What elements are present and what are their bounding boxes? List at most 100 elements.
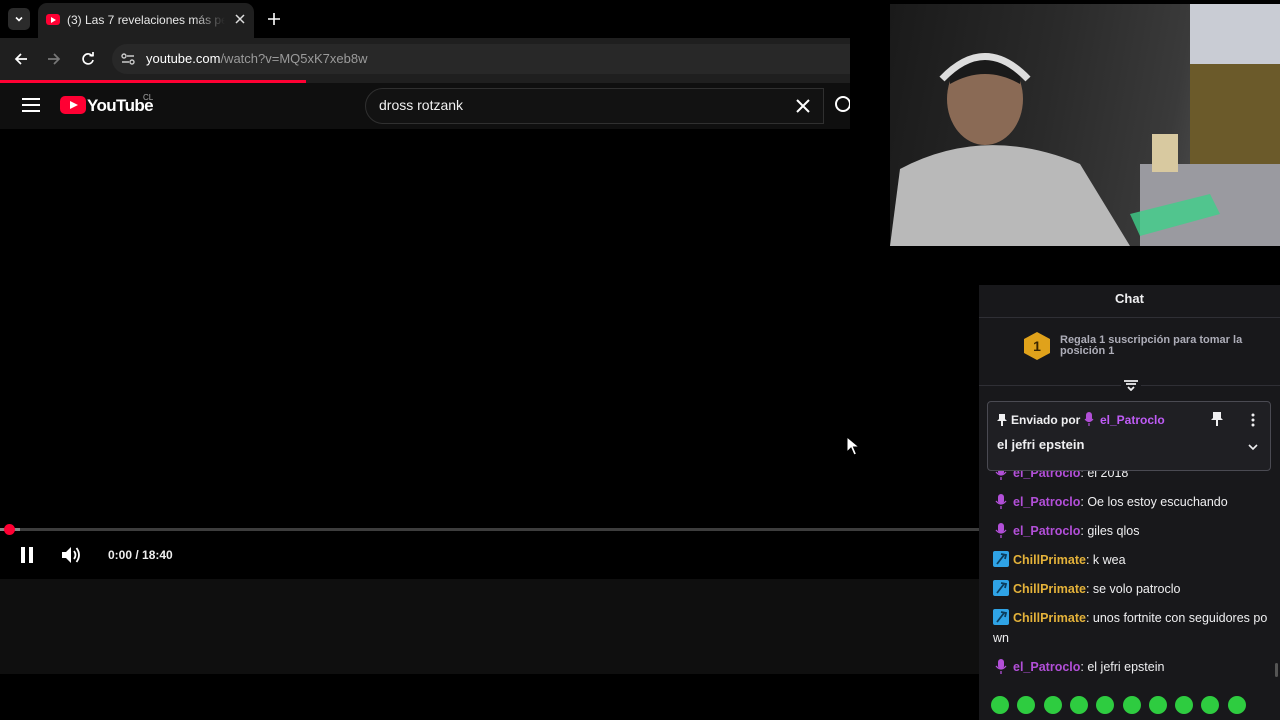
emote-icon[interactable] — [1096, 696, 1115, 714]
pause-icon[interactable] — [18, 545, 36, 565]
pick-badge-icon — [993, 551, 1009, 567]
chat-username[interactable]: ChillPrimate — [1013, 582, 1086, 596]
pinned-message-text: el jefri epstein — [997, 437, 1085, 452]
mouse-cursor-icon — [846, 436, 860, 456]
collapse-icon[interactable] — [1121, 379, 1141, 391]
mic-badge-icon — [1084, 412, 1094, 426]
chat-message: ChillPrimate: unos fortnite con seguidor… — [993, 608, 1269, 648]
arrow-right-icon — [48, 53, 61, 65]
emote-icon[interactable] — [1069, 696, 1088, 714]
pinned-by-label: Enviado por — [1011, 413, 1081, 427]
menu-icon[interactable] — [22, 97, 40, 113]
emote-icon[interactable] — [1017, 696, 1036, 714]
chat-message: el_Patroclo: Oe los estoy escuchando — [993, 492, 1269, 512]
tab-close-button[interactable] — [231, 10, 249, 28]
browser-tab[interactable]: (3) Las 7 revelaciones más perturbadoras — [38, 3, 254, 38]
chevron-down-icon — [15, 16, 23, 22]
youtube-masthead: YouTube CL dross rotzank — [0, 83, 850, 129]
more-options-icon[interactable] — [1246, 412, 1260, 428]
arrow-left-icon — [14, 53, 27, 65]
emote-icon[interactable] — [1201, 696, 1220, 714]
chat-username[interactable]: el_Patroclo — [1013, 660, 1080, 674]
time-display: 0:00 / 18:40 — [108, 548, 173, 562]
chat-message: ChillPrimate: se volo patroclo — [993, 579, 1269, 599]
below-player-area — [0, 579, 980, 674]
reload-icon — [82, 52, 94, 65]
chat-message-text: : giles qlos — [1080, 524, 1140, 538]
site-settings-icon[interactable] — [120, 51, 136, 67]
leaderboard-rank-number: 1 — [1033, 338, 1041, 354]
chat-message-text: : se volo patroclo — [1085, 582, 1181, 596]
mic-badge-icon — [993, 471, 1009, 480]
leaderboard-rank-icon: 1 — [1024, 332, 1050, 360]
browser-tab-strip: (3) Las 7 revelaciones más perturbadoras — [0, 0, 850, 38]
chat-username[interactable]: el_Patroclo — [1013, 471, 1080, 480]
chat-message-text: : el 2018 — [1080, 471, 1129, 480]
url-text: youtube.com/watch?v=MQ5xK7xeb8w — [146, 51, 367, 66]
emote-icon[interactable] — [1043, 696, 1062, 714]
search-icon[interactable] — [832, 95, 850, 117]
streamer-webcam — [890, 4, 1280, 246]
streamer-shirt — [890, 145, 1130, 246]
search-input[interactable]: dross rotzank — [365, 88, 824, 124]
chat-message-text: : el jefri epstein — [1080, 660, 1165, 674]
chat-username[interactable]: el_Patroclo — [1013, 495, 1080, 509]
mic-badge-icon — [993, 493, 1009, 509]
pick-badge-icon — [993, 609, 1009, 625]
chat-scrollbar[interactable] — [1275, 663, 1278, 677]
chat-username[interactable]: el_Patroclo — [1013, 524, 1080, 538]
chat-message: el_Patroclo: el 2018 — [993, 471, 1269, 483]
plus-icon — [268, 13, 280, 25]
close-icon — [235, 14, 245, 24]
forward-button[interactable] — [45, 50, 63, 68]
shelf-figure — [1152, 134, 1178, 172]
new-tab-button[interactable] — [264, 9, 284, 29]
country-code: CL — [143, 93, 154, 102]
url-host: youtube.com — [146, 51, 221, 66]
chat-message: el_Patroclo: giles qlos — [993, 521, 1269, 541]
tab-search-button[interactable] — [8, 8, 30, 30]
clear-search-icon[interactable] — [794, 97, 812, 115]
emote-bar — [979, 692, 1280, 718]
seek-bar[interactable] — [0, 524, 980, 535]
webcam-scene — [890, 4, 1280, 246]
chevron-down-icon[interactable] — [1246, 440, 1260, 454]
emote-icon[interactable] — [1148, 696, 1167, 714]
emote-icon[interactable] — [991, 696, 1009, 714]
background-window — [1190, 4, 1280, 64]
address-bar[interactable]: youtube.com/watch?v=MQ5xK7xeb8w — [112, 44, 850, 74]
pinned-message[interactable]: Enviado por el_Patroclo el jefri epstein — [987, 401, 1271, 471]
chat-message: el_Patroclo: el jefri epstein — [993, 657, 1269, 677]
url-path: /watch?v=MQ5xK7xeb8w — [220, 51, 368, 66]
tab-title: (3) Las 7 revelaciones más perturbadoras — [67, 13, 225, 27]
video-player[interactable]: 0:00 / 18:40 — [0, 129, 980, 579]
pick-badge-icon — [993, 580, 1009, 596]
chat-title: Chat — [1115, 291, 1144, 306]
search-query: dross rotzank — [379, 97, 464, 113]
wall-poster — [1190, 64, 1280, 164]
browser-toolbar: youtube.com/watch?v=MQ5xK7xeb8w — [0, 38, 850, 80]
seek-handle[interactable] — [4, 524, 15, 535]
back-button[interactable] — [12, 50, 30, 68]
pin-icon — [997, 414, 1007, 426]
youtube-logo-icon[interactable] — [60, 96, 86, 114]
reload-button[interactable] — [79, 50, 97, 68]
youtube-favicon-icon — [46, 14, 60, 25]
mic-badge-icon — [993, 658, 1009, 674]
chat-message-text: : Oe los estoy escuchando — [1080, 495, 1228, 509]
chat-username[interactable]: ChillPrimate — [1013, 611, 1086, 625]
chat-header: Chat — [979, 285, 1280, 318]
pinned-username[interactable]: el_Patroclo — [1100, 413, 1165, 427]
unpin-icon[interactable] — [1211, 412, 1223, 426]
volume-icon[interactable] — [60, 545, 82, 565]
chat-panel: Chat 1 Regala 1 suscripción para tomar l… — [979, 285, 1280, 720]
gift-sub-prompt[interactable]: Regala 1 suscripción para tomar la posic… — [1060, 335, 1250, 357]
chat-message-text: : k wea — [1085, 553, 1126, 567]
emote-icon[interactable] — [1227, 696, 1246, 714]
mic-badge-icon — [993, 522, 1009, 538]
emote-icon[interactable] — [1122, 696, 1141, 714]
chat-message-list: el_Patroclo: el 2018 el_Patroclo: Oe los … — [979, 471, 1280, 679]
chat-username[interactable]: ChillPrimate — [1013, 553, 1086, 567]
emote-icon[interactable] — [1175, 696, 1194, 714]
chat-message: ChillPrimate: k wea — [993, 550, 1269, 570]
